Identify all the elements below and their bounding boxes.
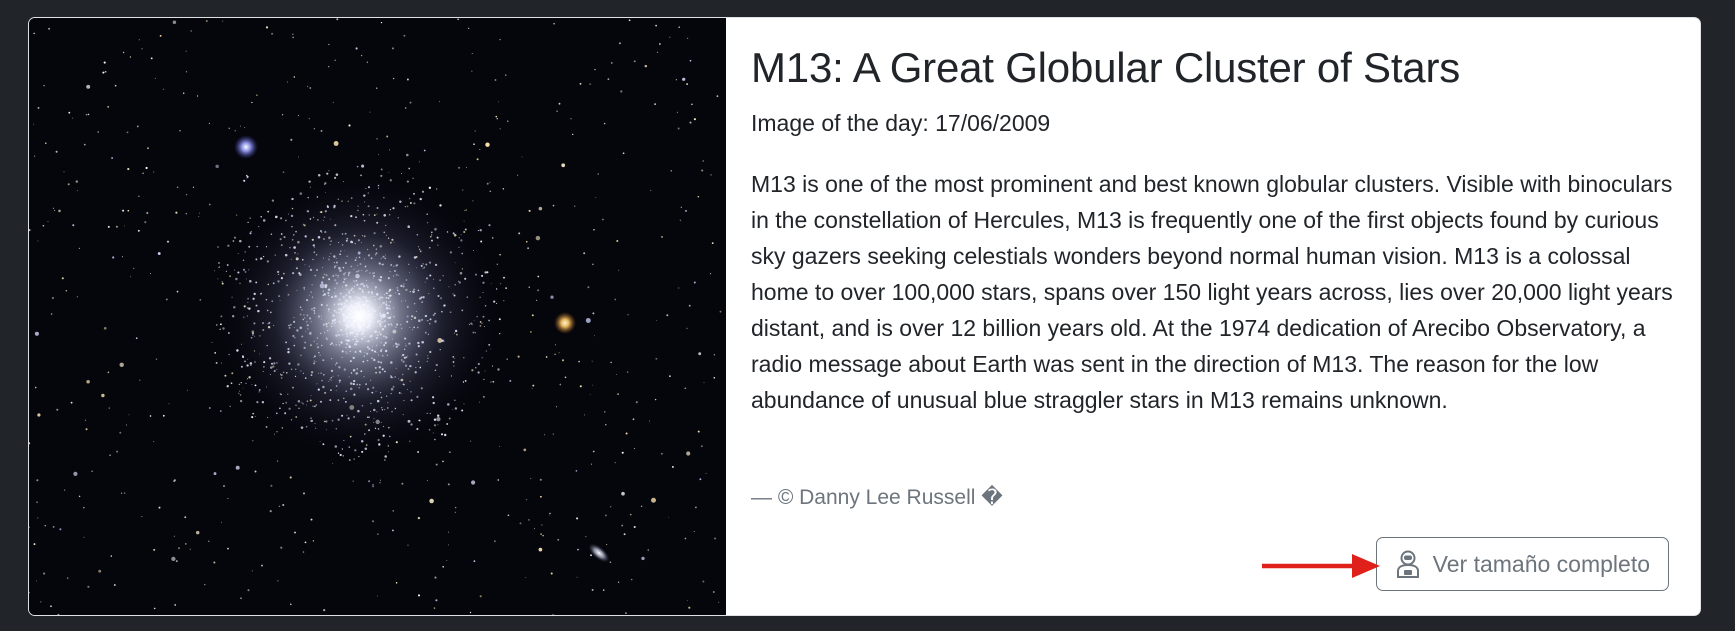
image-credit: — © Danny Lee Russell �	[751, 486, 1003, 509]
apod-image[interactable]	[29, 18, 726, 615]
view-full-size-button[interactable]: Ver tamaño completo	[1375, 537, 1669, 591]
image-description: M13 is one of the most prominent and bes…	[751, 171, 1673, 413]
view-full-size-label: Ver tamaño completo	[1432, 550, 1650, 577]
apod-card: M13: A Great Globular Cluster of Stars I…	[28, 17, 1701, 616]
star-cluster-image	[29, 18, 726, 615]
astronaut-icon	[1395, 550, 1421, 578]
annotation-arrow-icon	[1262, 554, 1380, 578]
card-title: M13: A Great Globular Cluster of Stars	[751, 44, 1461, 91]
card-body: M13: A Great Globular Cluster of Stars I…	[751, 18, 1693, 615]
image-date: Image of the day: 17/06/2009	[751, 110, 1051, 136]
